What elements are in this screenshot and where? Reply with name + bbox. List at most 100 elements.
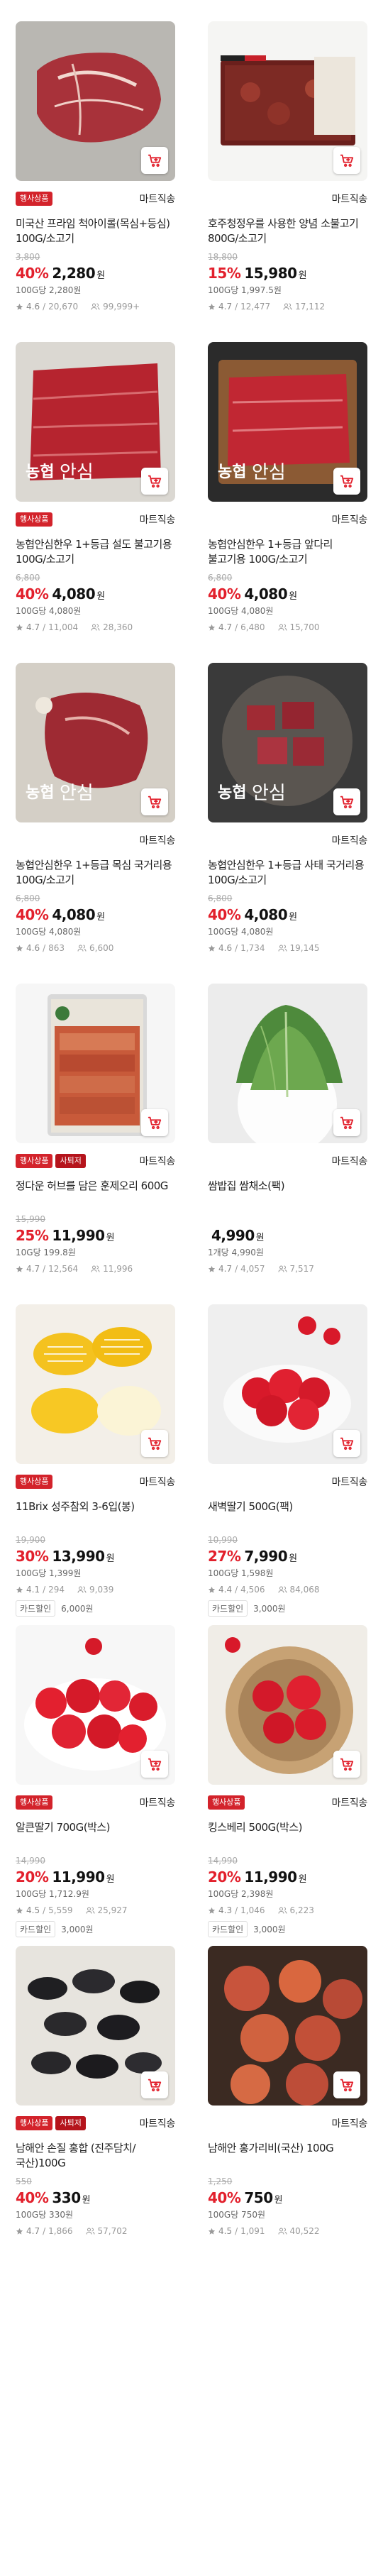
buyer-count: 84,068: [289, 1585, 320, 1595]
currency-unit: 원: [82, 2195, 91, 2206]
product-card[interactable]: 마트직송 새벽딸기 500G(팩) 10,990 27% 7,990 원 100G…: [208, 1304, 367, 1625]
product-card[interactable]: 농협 안심 행사상품 마트직송 농협안심한우 1+등급 설도 불고기용 100G…: [16, 342, 175, 663]
card-discount-value: 3,000원: [253, 1604, 286, 1614]
product-name[interactable]: 알큰딸기 700G(박스): [16, 1820, 175, 1850]
product-name[interactable]: 정다운 허브를 담은 훈제오리 600G: [16, 1179, 175, 1209]
review-count: 6,480: [240, 622, 265, 632]
product-image[interactable]: [16, 1304, 175, 1464]
delivery-type: 마트직송: [331, 194, 368, 205]
product-card[interactable]: 농협 안심 마트직송 농협안심한우 1+등급 앞다리 불고기용 100G/소고기…: [208, 342, 367, 663]
product-name[interactable]: 호주청정우를 사용한 양념 소불고기 800G/소고기: [208, 216, 367, 246]
price-row: 20% 11,990 원: [208, 1868, 367, 1886]
product-image[interactable]: [208, 1625, 367, 1785]
sale-price: 2,280: [52, 265, 96, 282]
add-to-cart-button[interactable]: [333, 1751, 360, 1778]
product-card[interactable]: 행사상품 마트직송 미국산 프라임 척아이롤(목심+등심) 100G/소고기 3…: [16, 21, 175, 342]
product-image[interactable]: [16, 1946, 175, 2106]
product-name[interactable]: 남해안 홍가리비(국산) 100G: [208, 2141, 367, 2171]
add-to-cart-button[interactable]: [333, 468, 360, 495]
discount-rate: 15%: [208, 265, 241, 282]
product-name[interactable]: 농협안심한우 1+등급 설도 불고기용 100G/소고기: [16, 537, 175, 567]
event-badge: 사퇴저: [55, 1154, 86, 1168]
review-count: 1,866: [48, 2226, 73, 2236]
product-name[interactable]: 농협안심한우 1+등급 사태 국거리용 100G/소고기: [208, 858, 367, 888]
product-card[interactable]: 행사상품 마트직송 11Brix 성주참외 3-6입(봉) 19,900 30%…: [16, 1304, 175, 1625]
cart-icon: [339, 473, 355, 489]
add-to-cart-button[interactable]: [333, 1109, 360, 1136]
price-row: 40% 750 원: [208, 2189, 367, 2206]
original-price: 6,800: [16, 573, 40, 583]
delivery-type: 마트직송: [139, 1156, 176, 1167]
delivery-type: 마트직송: [331, 1477, 368, 1488]
price-row: 40% 4,080 원: [208, 906, 367, 923]
add-to-cart-button[interactable]: [141, 147, 168, 174]
product-card[interactable]: 농협 안심 마트직송 농협안심한우 1+등급 목심 국거리용 100G/소고기 …: [16, 663, 175, 984]
unit-price: 100G당 330원: [16, 2210, 74, 2220]
product-image[interactable]: 농협 안심: [208, 663, 367, 822]
product-image[interactable]: [208, 21, 367, 181]
add-to-cart-button[interactable]: [141, 1109, 168, 1136]
add-to-cart-button[interactable]: [141, 1430, 168, 1457]
product-stats: 4.7/12,477 17,112: [208, 302, 367, 312]
discount-rate: 40%: [16, 2189, 49, 2206]
buyers-icon: [77, 944, 87, 952]
product-card[interactable]: 마트직송 쌈밥집 쌈채소(팩) 4,990 원 1개당 4,990원 4.7/4,…: [208, 984, 367, 1304]
product-image[interactable]: 농협 안심: [208, 342, 367, 502]
product-name[interactable]: 농협안심한우 1+등급 앞다리 불고기용 100G/소고기: [208, 537, 367, 567]
product-name[interactable]: 농협안심한우 1+등급 목심 국거리용 100G/소고기: [16, 858, 175, 888]
original-price: 14,990: [208, 1856, 238, 1866]
add-to-cart-button[interactable]: [141, 788, 168, 815]
product-image[interactable]: [16, 984, 175, 1143]
product-card[interactable]: 행사상품 마트직송 킹스베리 500G(박스) 14,990 20% 11,99…: [208, 1625, 367, 1946]
discount-rate: 25%: [16, 1227, 49, 1244]
currency-unit: 원: [106, 1233, 115, 1243]
unit-price: 100G당 750원: [208, 2210, 266, 2220]
product-image[interactable]: [16, 21, 175, 181]
discount-rate: 40%: [16, 265, 49, 282]
product-card[interactable]: 행사상품 사퇴저 마트직송 남해안 손질 홍합 (진주담치/국산)100G 550…: [16, 1946, 175, 2267]
rating: 4.5: [26, 1905, 40, 1915]
original-price: 10,990: [208, 1535, 238, 1545]
cart-icon: [147, 153, 162, 168]
product-name[interactable]: 킹스베리 500G(박스): [208, 1820, 367, 1850]
product-stats: 4.6/20,670 99,999+: [16, 302, 175, 312]
product-name[interactable]: 11Brix 성주참외 3-6입(봉): [16, 1499, 175, 1529]
buyers-icon: [278, 944, 287, 952]
sale-price: 4,080: [52, 906, 96, 923]
buyer-count: 15,700: [289, 622, 320, 632]
product-name[interactable]: 쌈밥집 쌈채소(팩): [208, 1179, 367, 1209]
product-image[interactable]: 농협 안심: [16, 342, 175, 502]
review-count: 12,477: [240, 302, 271, 312]
product-meta: 행사상품 사퇴저 마트직송: [16, 2115, 175, 2131]
add-to-cart-button[interactable]: [141, 468, 168, 495]
add-to-cart-button[interactable]: [333, 147, 360, 174]
product-image[interactable]: [208, 1946, 367, 2106]
add-to-cart-button[interactable]: [141, 2071, 168, 2098]
sale-price: 4,080: [244, 906, 288, 923]
add-to-cart-button[interactable]: [333, 2071, 360, 2098]
card-discount-value: 3,000원: [61, 1925, 94, 1934]
cart-icon: [339, 153, 355, 168]
discount-rate: 40%: [16, 585, 49, 602]
product-image[interactable]: [16, 1625, 175, 1785]
product-card[interactable]: 행사상품 사퇴저 마트직송 정다운 허브를 담은 훈제오리 600G 15,990…: [16, 984, 175, 1304]
product-name[interactable]: 새벽딸기 500G(팩): [208, 1499, 367, 1529]
discount-rate: 20%: [208, 1868, 241, 1886]
product-card[interactable]: 행사상품 마트직송 알큰딸기 700G(박스) 14,990 20% 11,99…: [16, 1625, 175, 1946]
product-name[interactable]: 미국산 프라임 척아이롤(목심+등심) 100G/소고기: [16, 216, 175, 246]
svg-text:안심: 안심: [60, 783, 94, 804]
product-card[interactable]: 농협 안심 마트직송 농협안심한우 1+등급 사태 국거리용 100G/소고기 …: [208, 663, 367, 984]
product-card[interactable]: 마트직송 호주청정우를 사용한 양념 소불고기 800G/소고기 18,800 …: [208, 21, 367, 342]
currency-unit: 원: [289, 912, 298, 923]
discount-rate: 30%: [16, 1548, 49, 1565]
card-discount: 카드할인 3,000원: [208, 1600, 367, 1617]
add-to-cart-button[interactable]: [333, 788, 360, 815]
add-to-cart-button[interactable]: [141, 1751, 168, 1778]
product-image[interactable]: [208, 1304, 367, 1464]
product-image[interactable]: 농협 안심: [16, 663, 175, 822]
product-name[interactable]: 남해안 손질 홍합 (진주담치/국산)100G: [16, 2141, 175, 2171]
product-card[interactable]: 마트직송 남해안 홍가리비(국산) 100G 1,250 40% 750 원 10…: [208, 1946, 367, 2267]
add-to-cart-button[interactable]: [333, 1430, 360, 1457]
product-image[interactable]: [208, 984, 367, 1143]
discount-rate: 40%: [16, 906, 49, 923]
